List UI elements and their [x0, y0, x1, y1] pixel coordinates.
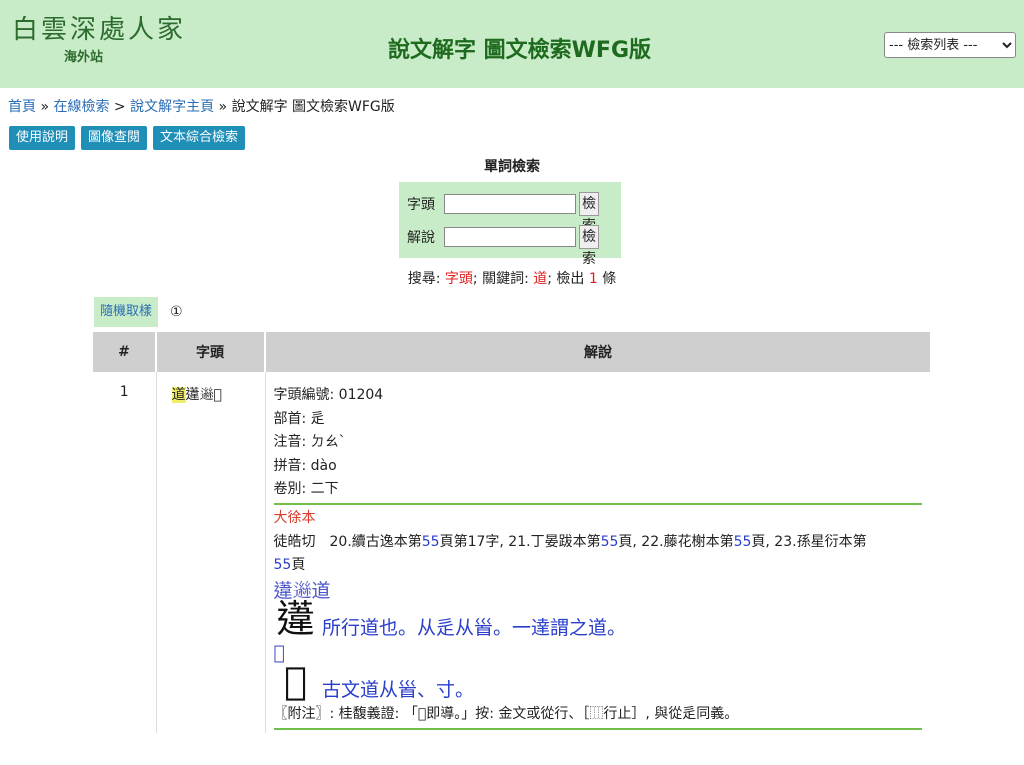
- page-title: 說文解字 圖文檢索WFG版: [388, 38, 652, 63]
- page-link[interactable]: 55: [274, 557, 292, 573]
- breadcrumb-home[interactable]: 首頁: [8, 99, 36, 115]
- edition-references: 徒皓切 20.續古逸本第55頁第17字, 21.丁晏跋本第55頁, 22.藤花榭…: [274, 531, 923, 578]
- site-header: 白雲深處人家 海外站 說文解字 圖文檢索WFG版 --- 檢索列表 ---: [0, 0, 1024, 88]
- ref-text: 頁第17字, 21.丁晏跋本第: [439, 533, 601, 550]
- summary-count: 1: [588, 271, 598, 287]
- logo-subtitle: 海外站: [64, 50, 104, 65]
- row-explanation: 字頭編號: 01204 部首: 辵 注音: ㄉㄠˋ 拼音: dào 卷別: 二下…: [265, 372, 930, 733]
- ref-text: 徒皓切 20.續古逸本第: [273, 533, 422, 550]
- glyph-variants: 𨗨𨖾道: [273, 579, 331, 602]
- seal-entry: 𨗨 所行道也。从辵从𩠐。一達謂之道。: [274, 596, 923, 641]
- page-link[interactable]: 55: [422, 534, 440, 550]
- breadcrumb-sep: »: [36, 99, 54, 115]
- ancient-glyph: 𡬺: [273, 642, 285, 665]
- entry-volume: 卷別: 二下: [273, 481, 339, 498]
- logo-text: 白雲深處人家: [12, 15, 187, 45]
- entry-pinyin: 拼音: dào: [273, 457, 337, 474]
- ref-text: 頁, 23.孫星衍本第: [751, 533, 867, 550]
- section-divider: [273, 727, 922, 730]
- tool-buttons: 使用說明 圖像查閱 文本綜合檢索: [9, 126, 251, 150]
- table-header-row: # 字頭 解說: [93, 332, 930, 372]
- headword-highlight[interactable]: 道: [171, 387, 186, 403]
- summary-suffix: 條: [597, 271, 617, 287]
- site-logo[interactable]: 白雲深處人家 海外站: [12, 14, 186, 65]
- headword-label: 字頭: [407, 197, 435, 213]
- page-number-link[interactable]: ①: [170, 304, 183, 320]
- image-view-button[interactable]: 圖像查閱: [81, 126, 148, 150]
- summary-mid: ; 關鍵詞:: [472, 271, 534, 287]
- single-search-title: 單詞檢索: [484, 159, 540, 175]
- headword-row: 字頭 檢索: [407, 192, 599, 234]
- ref-text: 頁, 22.藤花榭本第: [618, 533, 734, 550]
- usage-button[interactable]: 使用說明: [9, 126, 76, 150]
- entry-radical: 部首: 辵: [273, 410, 325, 427]
- headword-input[interactable]: [444, 194, 576, 214]
- col-explain-header: 解說: [265, 332, 930, 372]
- col-number-header: #: [93, 332, 157, 372]
- search-list-select[interactable]: --- 檢索列表 ---: [884, 32, 1016, 58]
- result-summary: 搜尋: 字頭; 關鍵詞: 道; 檢出 1 條: [0, 268, 1024, 288]
- headword-search-button[interactable]: 檢索: [579, 192, 599, 234]
- seal-script-glyph: 𨗨: [276, 596, 315, 641]
- table-row: 1 道𨗨𨖾𡬺 字頭編號: 01204 部首: 辵 注音: ㄉㄠˋ 拼音: dào…: [93, 372, 930, 733]
- explain-label: 解說: [407, 230, 435, 246]
- breadcrumb-sep: »: [214, 99, 232, 115]
- text-search-button[interactable]: 文本綜合檢索: [153, 126, 246, 150]
- breadcrumb-sep: >: [109, 99, 131, 115]
- annotation-note: 〖附注〗: 桂馥義證: 「𡬺即導。」按: 金文或從行、［⿲行止］, 與從辵同義。: [273, 705, 739, 722]
- summary-mid2: ; 檢出: [547, 271, 589, 287]
- edition-label: 大徐本: [273, 509, 316, 526]
- breadcrumb-shuowen-home[interactable]: 說文解字主頁: [130, 99, 214, 115]
- ref-text: 頁: [291, 557, 306, 574]
- summary-field: 字頭: [444, 271, 473, 287]
- entry-id: 字頭編號: 01204: [273, 387, 384, 403]
- entry-explanation: 所行道也。从辵从𩠐。一達謂之道。: [321, 616, 626, 639]
- page-link[interactable]: 55: [601, 534, 619, 550]
- summary-prefix: 搜尋:: [407, 271, 445, 287]
- explain-search-button[interactable]: 檢索: [579, 225, 599, 267]
- entry-zhuyin: 注音: ㄉㄠˋ: [273, 434, 346, 451]
- breadcrumb: 首頁 » 在線檢索 > 說文解字主頁 » 說文解字 圖文檢索WFG版: [8, 96, 395, 116]
- summary-keyword: 道: [533, 271, 548, 287]
- seal-script-glyph: 𡬺: [284, 659, 307, 704]
- col-headword-header: 字頭: [156, 332, 266, 372]
- row-headword: 道𨗨𨖾𡬺: [156, 372, 266, 733]
- page-link[interactable]: 55: [734, 534, 752, 550]
- headword-variants: 𨗨𨖾𡬺: [185, 387, 222, 403]
- row-number: 1: [93, 372, 157, 733]
- breadcrumb-online-search[interactable]: 在線檢索: [53, 99, 109, 115]
- explain-input[interactable]: [444, 227, 576, 247]
- breadcrumb-current: 說文解字 圖文檢索WFG版: [231, 99, 395, 115]
- entry-explanation: 古文道从𩠐、寸。: [321, 679, 474, 702]
- seal-entry: 𡬺 古文道从𩠐、寸。: [274, 659, 923, 704]
- explain-row: 解說 檢索: [407, 225, 599, 267]
- results-table: # 字頭 解說 1 道𨗨𨖾𡬺 字頭編號: 01204 部首: 辵 注音: ㄉㄠˋ…: [93, 332, 930, 733]
- random-sample-button[interactable]: 隨機取樣: [94, 297, 159, 327]
- section-divider: [273, 502, 922, 505]
- single-search-form: 字頭 檢索 解說 檢索: [399, 182, 621, 267]
